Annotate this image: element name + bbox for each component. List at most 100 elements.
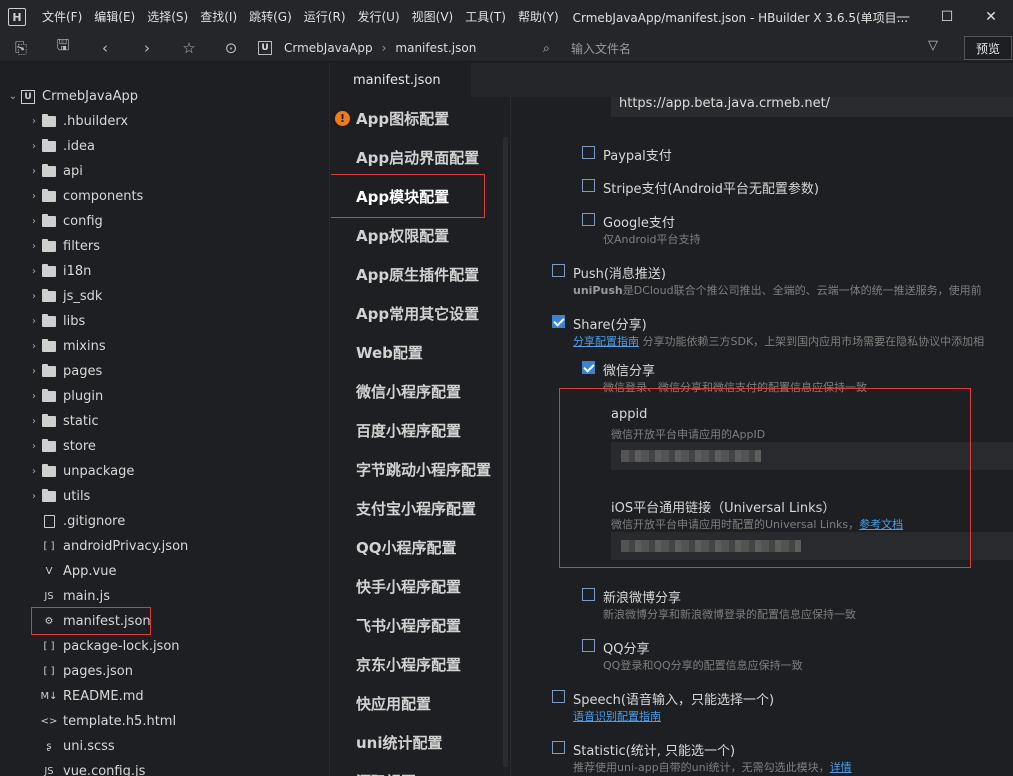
expand-arrow-icon[interactable]: › (27, 341, 41, 352)
expand-arrow-icon[interactable]: › (27, 191, 41, 202)
paypal-checkbox[interactable] (582, 146, 595, 159)
tree-folder[interactable]: › store (0, 434, 329, 459)
tree-file[interactable]: [ ] pages.json (0, 659, 329, 684)
config-nav-item[interactable]: 字节跳动小程序配置 (356, 459, 491, 483)
statistic-checkbox[interactable] (552, 741, 565, 754)
config-nav-item[interactable]: App原生插件配置 (356, 264, 479, 288)
expand-arrow-icon[interactable]: › (27, 116, 41, 127)
wechat-share-checkbox[interactable] (582, 361, 595, 374)
expand-arrow-icon[interactable]: ⌄ (6, 91, 20, 102)
minimize-icon[interactable]: — (881, 0, 925, 34)
tree-root-project[interactable]: ⌄ U CrmebJavaApp (0, 84, 329, 109)
tree-folder[interactable]: › mixins (0, 334, 329, 359)
config-nav-scrollbar[interactable] (503, 137, 508, 767)
menu-item[interactable]: 选择(S) (141, 0, 194, 34)
tree-file[interactable]: V App.vue (0, 559, 329, 584)
breadcrumb-project[interactable]: CrmebJavaApp (284, 41, 373, 55)
expand-arrow-icon[interactable]: › (27, 166, 41, 177)
menu-item[interactable]: 工具(T) (459, 0, 512, 34)
tree-folder[interactable]: › unpackage (0, 459, 329, 484)
menu-item[interactable]: 文件(F) (36, 0, 88, 34)
speech-checkbox[interactable] (552, 690, 565, 703)
tree-file[interactable]: JS vue.config.js (0, 759, 329, 776)
config-nav-item[interactable]: 飞书小程序配置 (356, 615, 461, 639)
maximize-icon[interactable]: ☐ (925, 0, 969, 34)
expand-arrow-icon[interactable]: › (27, 491, 41, 502)
expand-arrow-icon[interactable]: › (27, 416, 41, 427)
tree-folder[interactable]: › .hbuilderx (0, 109, 329, 134)
config-nav-item[interactable]: 微信小程序配置 (356, 381, 461, 405)
menu-item[interactable]: 帮助(Y) (512, 0, 565, 34)
tree-file[interactable]: .gitignore (0, 509, 329, 534)
breadcrumb-file[interactable]: manifest.json (395, 41, 476, 55)
favorite-star-icon[interactable]: ☆ (174, 34, 204, 62)
run-icon[interactable]: ⊙ (216, 34, 246, 62)
save-icon[interactable]: 🖫 (48, 34, 78, 62)
share-checkbox[interactable] (552, 315, 565, 328)
config-nav-item[interactable]: 京东小程序配置 (356, 654, 461, 678)
tree-folder[interactable]: › .idea (0, 134, 329, 159)
back-icon[interactable]: ‹ (90, 34, 120, 62)
config-nav-item[interactable]: App图标配置 (356, 108, 449, 132)
url-input[interactable]: https://app.beta.java.crmeb.net/ (611, 97, 1013, 117)
preview-button[interactable]: 预览 (964, 36, 1012, 60)
new-file-icon[interactable]: ⎘ (6, 34, 36, 62)
tree-file[interactable]: JS main.js (0, 584, 329, 609)
expand-arrow-icon[interactable]: › (27, 441, 41, 452)
tree-file[interactable]: M↓ README.md (0, 684, 329, 709)
menu-item[interactable]: 运行(R) (298, 0, 352, 34)
expand-arrow-icon[interactable]: › (27, 266, 41, 277)
tree-folder[interactable]: › static (0, 409, 329, 434)
menu-item[interactable]: 跳转(G) (243, 0, 298, 34)
config-nav-item[interactable]: 快手小程序配置 (356, 576, 461, 600)
expand-arrow-icon[interactable]: › (27, 466, 41, 477)
config-nav-item[interactable]: QQ小程序配置 (356, 537, 457, 561)
config-nav-item[interactable]: 快应用配置 (356, 693, 431, 717)
google-pay-checkbox[interactable] (582, 213, 595, 226)
menu-item[interactable]: 视图(V) (406, 0, 460, 34)
menu-item[interactable]: 编辑(E) (88, 0, 141, 34)
expand-arrow-icon[interactable]: › (27, 241, 41, 252)
expand-arrow-icon[interactable]: › (27, 141, 41, 152)
tree-file[interactable]: ʂ uni.scss (0, 734, 329, 759)
menu-item[interactable]: 查找(I) (194, 0, 243, 34)
tab-manifest-json[interactable]: manifest.json (331, 63, 471, 97)
expand-arrow-icon[interactable]: › (27, 366, 41, 377)
expand-arrow-icon[interactable]: › (27, 291, 41, 302)
config-nav-item[interactable]: 百度小程序配置 (356, 420, 461, 444)
tree-file[interactable]: [ ] package-lock.json (0, 634, 329, 659)
config-nav-item[interactable]: App权限配置 (356, 225, 449, 249)
file-search-input[interactable]: ⌕ 输入文件名 (543, 38, 943, 58)
tree-folder[interactable]: › utils (0, 484, 329, 509)
share-guide-link[interactable]: 分享配置指南 (573, 335, 639, 348)
config-nav-item[interactable]: Web配置 (356, 342, 423, 366)
config-nav-item[interactable]: App启动界面配置 (356, 147, 479, 171)
expand-arrow-icon[interactable]: › (27, 316, 41, 327)
tree-folder[interactable]: › js_sdk (0, 284, 329, 309)
menu-item[interactable]: 发行(U) (352, 0, 406, 34)
stripe-checkbox[interactable] (582, 179, 595, 192)
tree-folder[interactable]: › i18n (0, 259, 329, 284)
expand-arrow-icon[interactable]: › (27, 216, 41, 227)
config-nav-item[interactable]: App常用其它设置 (356, 303, 479, 327)
tree-folder[interactable]: › libs (0, 309, 329, 334)
statistic-detail-link[interactable]: 详情 (830, 761, 852, 774)
config-nav-item[interactable]: 源码视图 (356, 771, 416, 776)
tree-folder[interactable]: › components (0, 184, 329, 209)
tree-file[interactable]: [ ] androidPrivacy.json (0, 534, 329, 559)
push-checkbox[interactable] (552, 264, 565, 277)
tree-folder[interactable]: › filters (0, 234, 329, 259)
expand-arrow-icon[interactable]: › (27, 391, 41, 402)
config-nav-item[interactable]: 支付宝小程序配置 (356, 498, 476, 522)
tree-folder[interactable]: › pages (0, 359, 329, 384)
filter-icon[interactable]: ▽ (928, 38, 938, 53)
close-icon[interactable]: ✕ (969, 0, 1013, 34)
tree-folder[interactable]: › api (0, 159, 329, 184)
speech-guide-link[interactable]: 语音识别配置指南 (573, 710, 661, 723)
tree-file[interactable]: <> template.h5.html (0, 709, 329, 734)
forward-icon[interactable]: › (132, 34, 162, 62)
qq-share-checkbox[interactable] (582, 639, 595, 652)
tree-folder[interactable]: › plugin (0, 384, 329, 409)
config-nav-item[interactable]: uni统计配置 (356, 732, 443, 756)
tree-folder[interactable]: › config (0, 209, 329, 234)
